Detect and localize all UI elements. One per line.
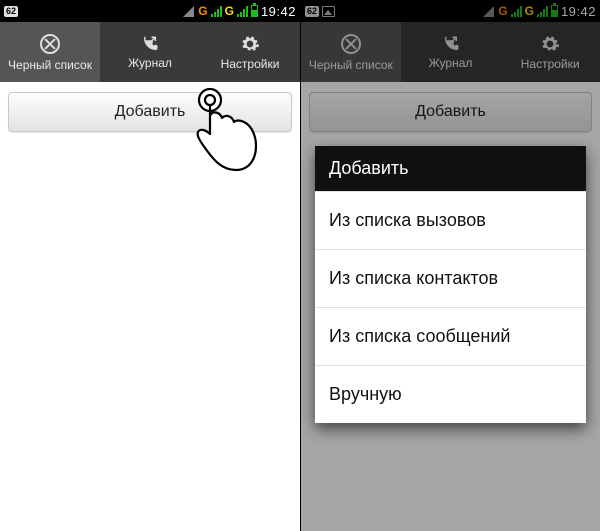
blacklist-icon [39, 33, 61, 55]
signal-triangle-icon [183, 6, 194, 17]
phone-arrow-icon [141, 35, 159, 53]
dialog-item-from-messages[interactable]: Из списка сообщений [315, 307, 586, 365]
signal-bars-icon-2 [237, 6, 248, 17]
content-area: Добавить [0, 82, 300, 531]
tab-blacklist-label: Черный список [8, 58, 92, 72]
network-g-2: G [225, 4, 234, 18]
dialog-title: Добавить [315, 146, 586, 191]
signal-bars-icon [211, 6, 222, 17]
tab-settings-label: Настройки [221, 57, 280, 71]
add-button-label: Добавить [115, 103, 186, 121]
add-dialog: Добавить Из списка вызовов Из списка кон… [315, 146, 586, 423]
clock-time: 19:42 [261, 4, 296, 19]
network-g-1: G [198, 4, 207, 18]
tab-journal[interactable]: Журнал [100, 22, 200, 82]
gear-icon [240, 34, 260, 54]
status-bar: 62 G G 19:42 [0, 0, 300, 22]
tab-bar: Черный список Журнал Настройки [0, 22, 300, 82]
dialog-item-manual[interactable]: Вручную [315, 365, 586, 423]
tab-settings[interactable]: Настройки [200, 22, 300, 82]
add-button[interactable]: Добавить [8, 92, 292, 132]
battery-icon [251, 5, 258, 17]
tab-blacklist[interactable]: Черный список [0, 22, 100, 82]
dialog-item-from-calls[interactable]: Из списка вызовов [315, 191, 586, 249]
phone-screen-left: 62 G G 19:42 Черный список Журнал На [0, 0, 300, 531]
phone-screen-right: 62 G G 19:42 Черный список Журнал [300, 0, 600, 531]
battery-badge: 62 [4, 6, 18, 17]
dialog-item-from-contacts[interactable]: Из списка контактов [315, 249, 586, 307]
tab-journal-label: Журнал [128, 56, 172, 70]
